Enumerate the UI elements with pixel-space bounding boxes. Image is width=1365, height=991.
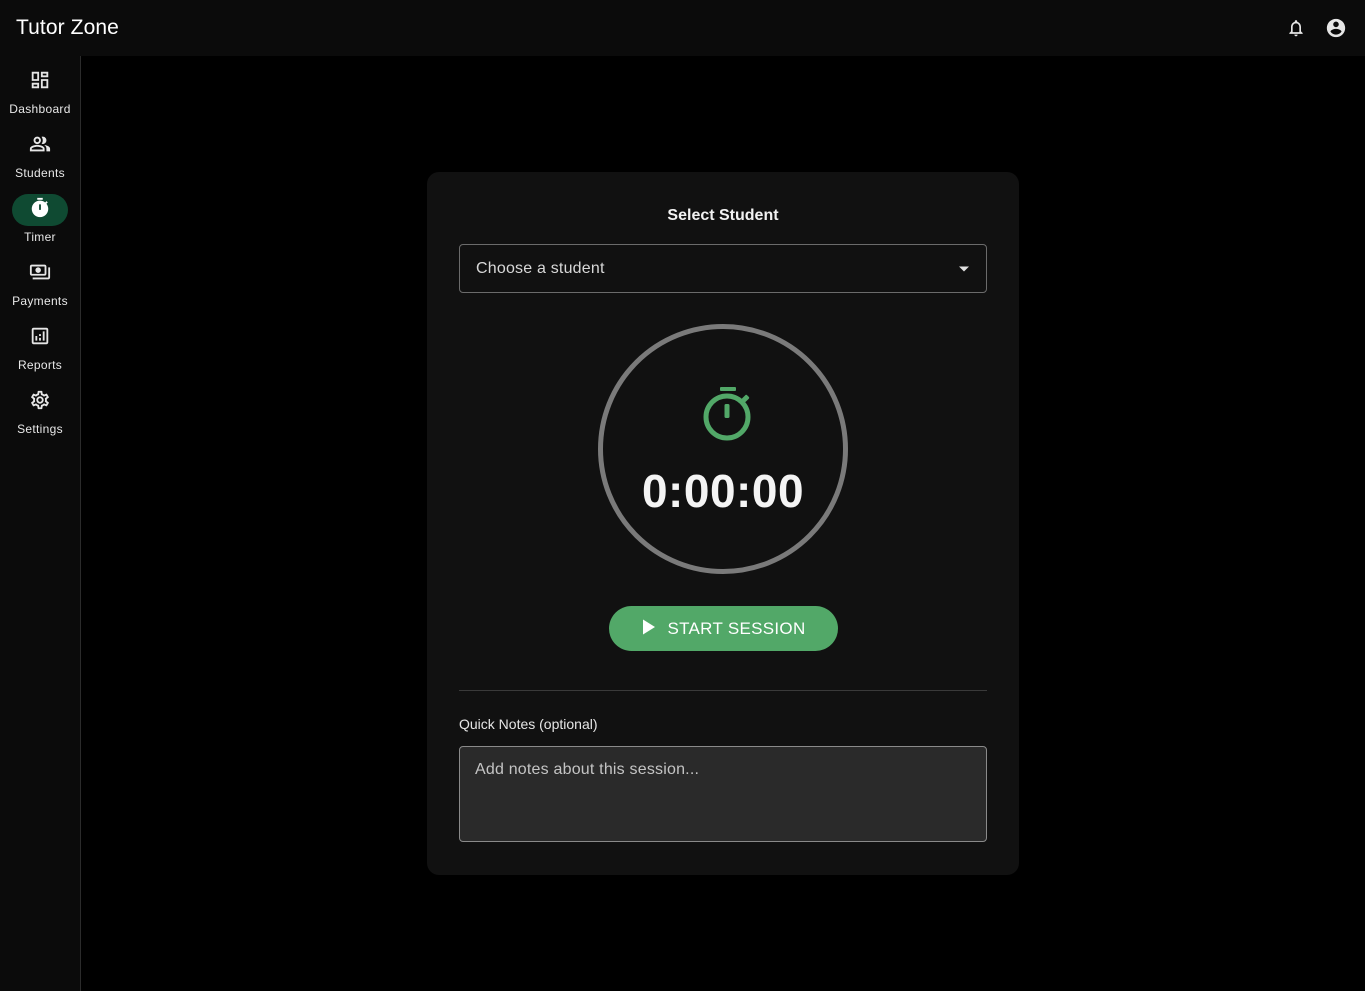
timer-icon (701, 384, 755, 442)
sidebar-item-settings[interactable]: Settings (0, 386, 80, 450)
nav-pill (12, 258, 68, 290)
sidebar-item-label: Payments (12, 294, 68, 308)
payments-icon (28, 261, 52, 288)
top-actions (1285, 17, 1349, 39)
dashboard-icon (29, 69, 51, 96)
quick-notes-label: Quick Notes (optional) (459, 716, 598, 732)
sidebar-item-label: Dashboard (9, 102, 71, 116)
sidebar-item-label: Timer (24, 230, 56, 244)
nav-pill (12, 322, 68, 354)
top-app-bar: Tutor Zone (0, 0, 1365, 56)
select-student-title: Select Student (667, 207, 779, 224)
reports-icon (29, 325, 51, 352)
student-select[interactable]: Choose a student (459, 244, 987, 293)
arrow-drop-down-icon (958, 260, 970, 278)
bell-icon[interactable] (1285, 17, 1307, 39)
sidebar-nav: Dashboard Students Timer Payments Report… (0, 56, 81, 991)
sidebar-item-label: Students (15, 166, 65, 180)
start-session-label: START SESSION (667, 618, 806, 638)
sidebar-item-timer[interactable]: Timer (0, 194, 80, 258)
quick-notes-textarea[interactable] (459, 746, 987, 842)
people-icon (28, 133, 52, 160)
sidebar-item-label: Reports (17, 358, 63, 372)
sidebar-item-payments[interactable]: Payments (0, 258, 80, 322)
timer-card: Select Student Choose a student 0:00:00 … (427, 172, 1019, 875)
nav-pill (12, 386, 68, 418)
start-session-button[interactable]: START SESSION (609, 606, 838, 651)
app-title: Tutor Zone (16, 16, 119, 39)
student-select-value: Choose a student (476, 259, 605, 277)
sidebar-item-dashboard[interactable]: Dashboard (0, 66, 80, 130)
account-circle-icon[interactable] (1325, 17, 1347, 39)
nav-pill (12, 66, 68, 98)
divider (459, 690, 987, 691)
sidebar-item-reports[interactable]: Reports (0, 322, 80, 386)
sidebar-item-students[interactable]: Students (0, 130, 80, 194)
settings-icon (29, 389, 51, 416)
timer-ring: 0:00:00 (598, 324, 848, 574)
timer-icon (29, 197, 51, 224)
nav-pill-active (12, 194, 68, 226)
nav-pill (12, 130, 68, 162)
sidebar-item-label: Settings (17, 422, 63, 436)
play-icon (641, 618, 657, 639)
timer-display: 0:00:00 (641, 465, 805, 517)
